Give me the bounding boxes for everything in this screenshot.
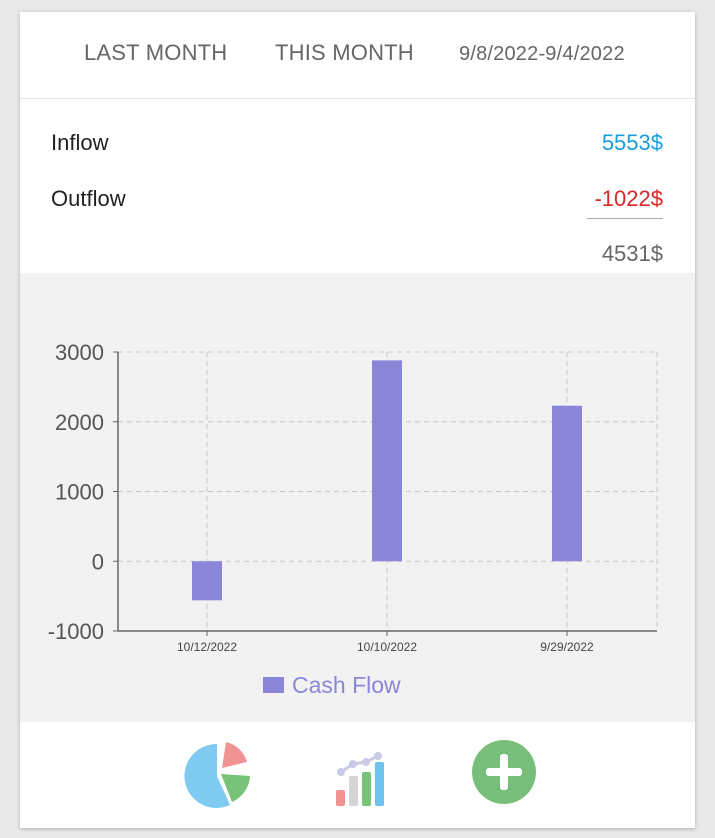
inflow-label: Inflow (51, 130, 109, 155)
tab-last-month[interactable]: LAST MONTH (84, 40, 227, 66)
legend-swatch (263, 677, 284, 693)
total-divider (587, 218, 663, 219)
y-tick-label: 1000 (55, 480, 104, 505)
legend-label: Cash Flow (292, 671, 401, 698)
bottom-nav (20, 722, 695, 828)
period-tabs: LAST MONTH THIS MONTH 9/8/2022-9/4/2022 (20, 12, 695, 99)
bar-10-10-2022 (372, 360, 402, 562)
outflow-value: -1022$ (594, 186, 663, 211)
pie-chart-button[interactable] (184, 738, 254, 808)
tab-this-month[interactable]: THIS MONTH (275, 40, 414, 66)
chart-svg: 3000 2000 1000 0 -1000 10/12/2022 10/10/2022 9/… (48, 340, 658, 654)
pie-chart-icon (184, 742, 250, 808)
add-icon (472, 740, 536, 804)
bar-chart-icon (336, 752, 384, 806)
bar-9-29-2022 (552, 405, 582, 562)
bar-10-12-2022 (192, 561, 222, 601)
x-tick-label: 9/29/2022 (540, 640, 594, 654)
y-tick-label: 0 (92, 549, 104, 574)
bar-chart-button[interactable] (332, 738, 402, 808)
y-tick-label: 2000 (55, 410, 104, 435)
tab-date-range[interactable]: 9/8/2022-9/4/2022 (459, 43, 625, 66)
chart-legend[interactable]: Cash Flow (263, 671, 401, 699)
add-transaction-button[interactable] (469, 738, 539, 808)
y-tick-label: -1000 (48, 619, 104, 644)
inflow-value: 5553$ (601, 130, 663, 155)
cash-flow-chart: 3000 2000 1000 0 -1000 10/12/2022 10/10/2022 9/… (20, 273, 695, 722)
x-tick-label: 10/12/2022 (177, 640, 237, 654)
y-tick-label: 3000 (55, 340, 104, 365)
cash-flow-card: LAST MONTH THIS MONTH 9/8/2022-9/4/2022 … (20, 12, 695, 828)
x-tick-label: 10/10/2022 (357, 640, 417, 654)
net-value: 4531$ (601, 241, 663, 266)
outflow-label: Outflow (51, 186, 126, 211)
